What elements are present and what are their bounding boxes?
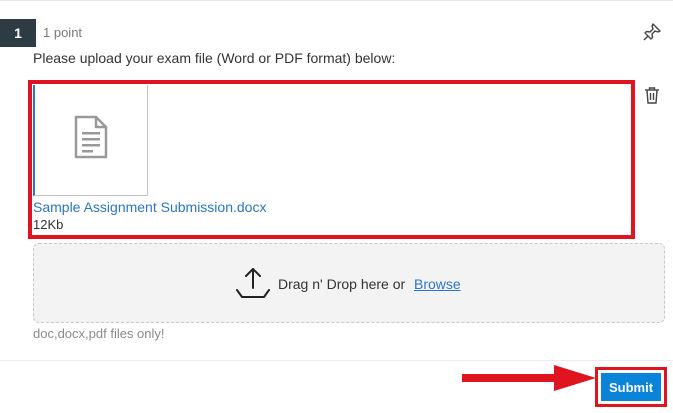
pin-icon[interactable]	[642, 22, 662, 42]
file-thumbnail[interactable]	[33, 85, 148, 196]
question-points: 1 point	[43, 25, 83, 40]
trash-icon[interactable]	[644, 86, 660, 104]
top-divider	[0, 0, 673, 1]
file-size: 12Kb	[33, 217, 64, 232]
footer-divider	[0, 360, 673, 361]
document-icon	[74, 115, 108, 159]
browse-link[interactable]: Browse	[414, 276, 461, 292]
uploaded-file-link[interactable]: Sample Assignment Submission.docx	[33, 199, 266, 215]
file-type-hint: doc,docx,pdf files only!	[33, 326, 165, 341]
submit-button[interactable]: Submit	[601, 373, 661, 401]
question-number: 1	[14, 25, 22, 41]
upload-icon	[235, 266, 271, 300]
dropzone-text: Drag n' Drop here or	[278, 276, 406, 292]
question-number-badge: 1	[0, 19, 36, 47]
red-arrow-icon	[462, 363, 598, 393]
question-prompt: Please upload your exam file (Word or PD…	[33, 50, 396, 66]
